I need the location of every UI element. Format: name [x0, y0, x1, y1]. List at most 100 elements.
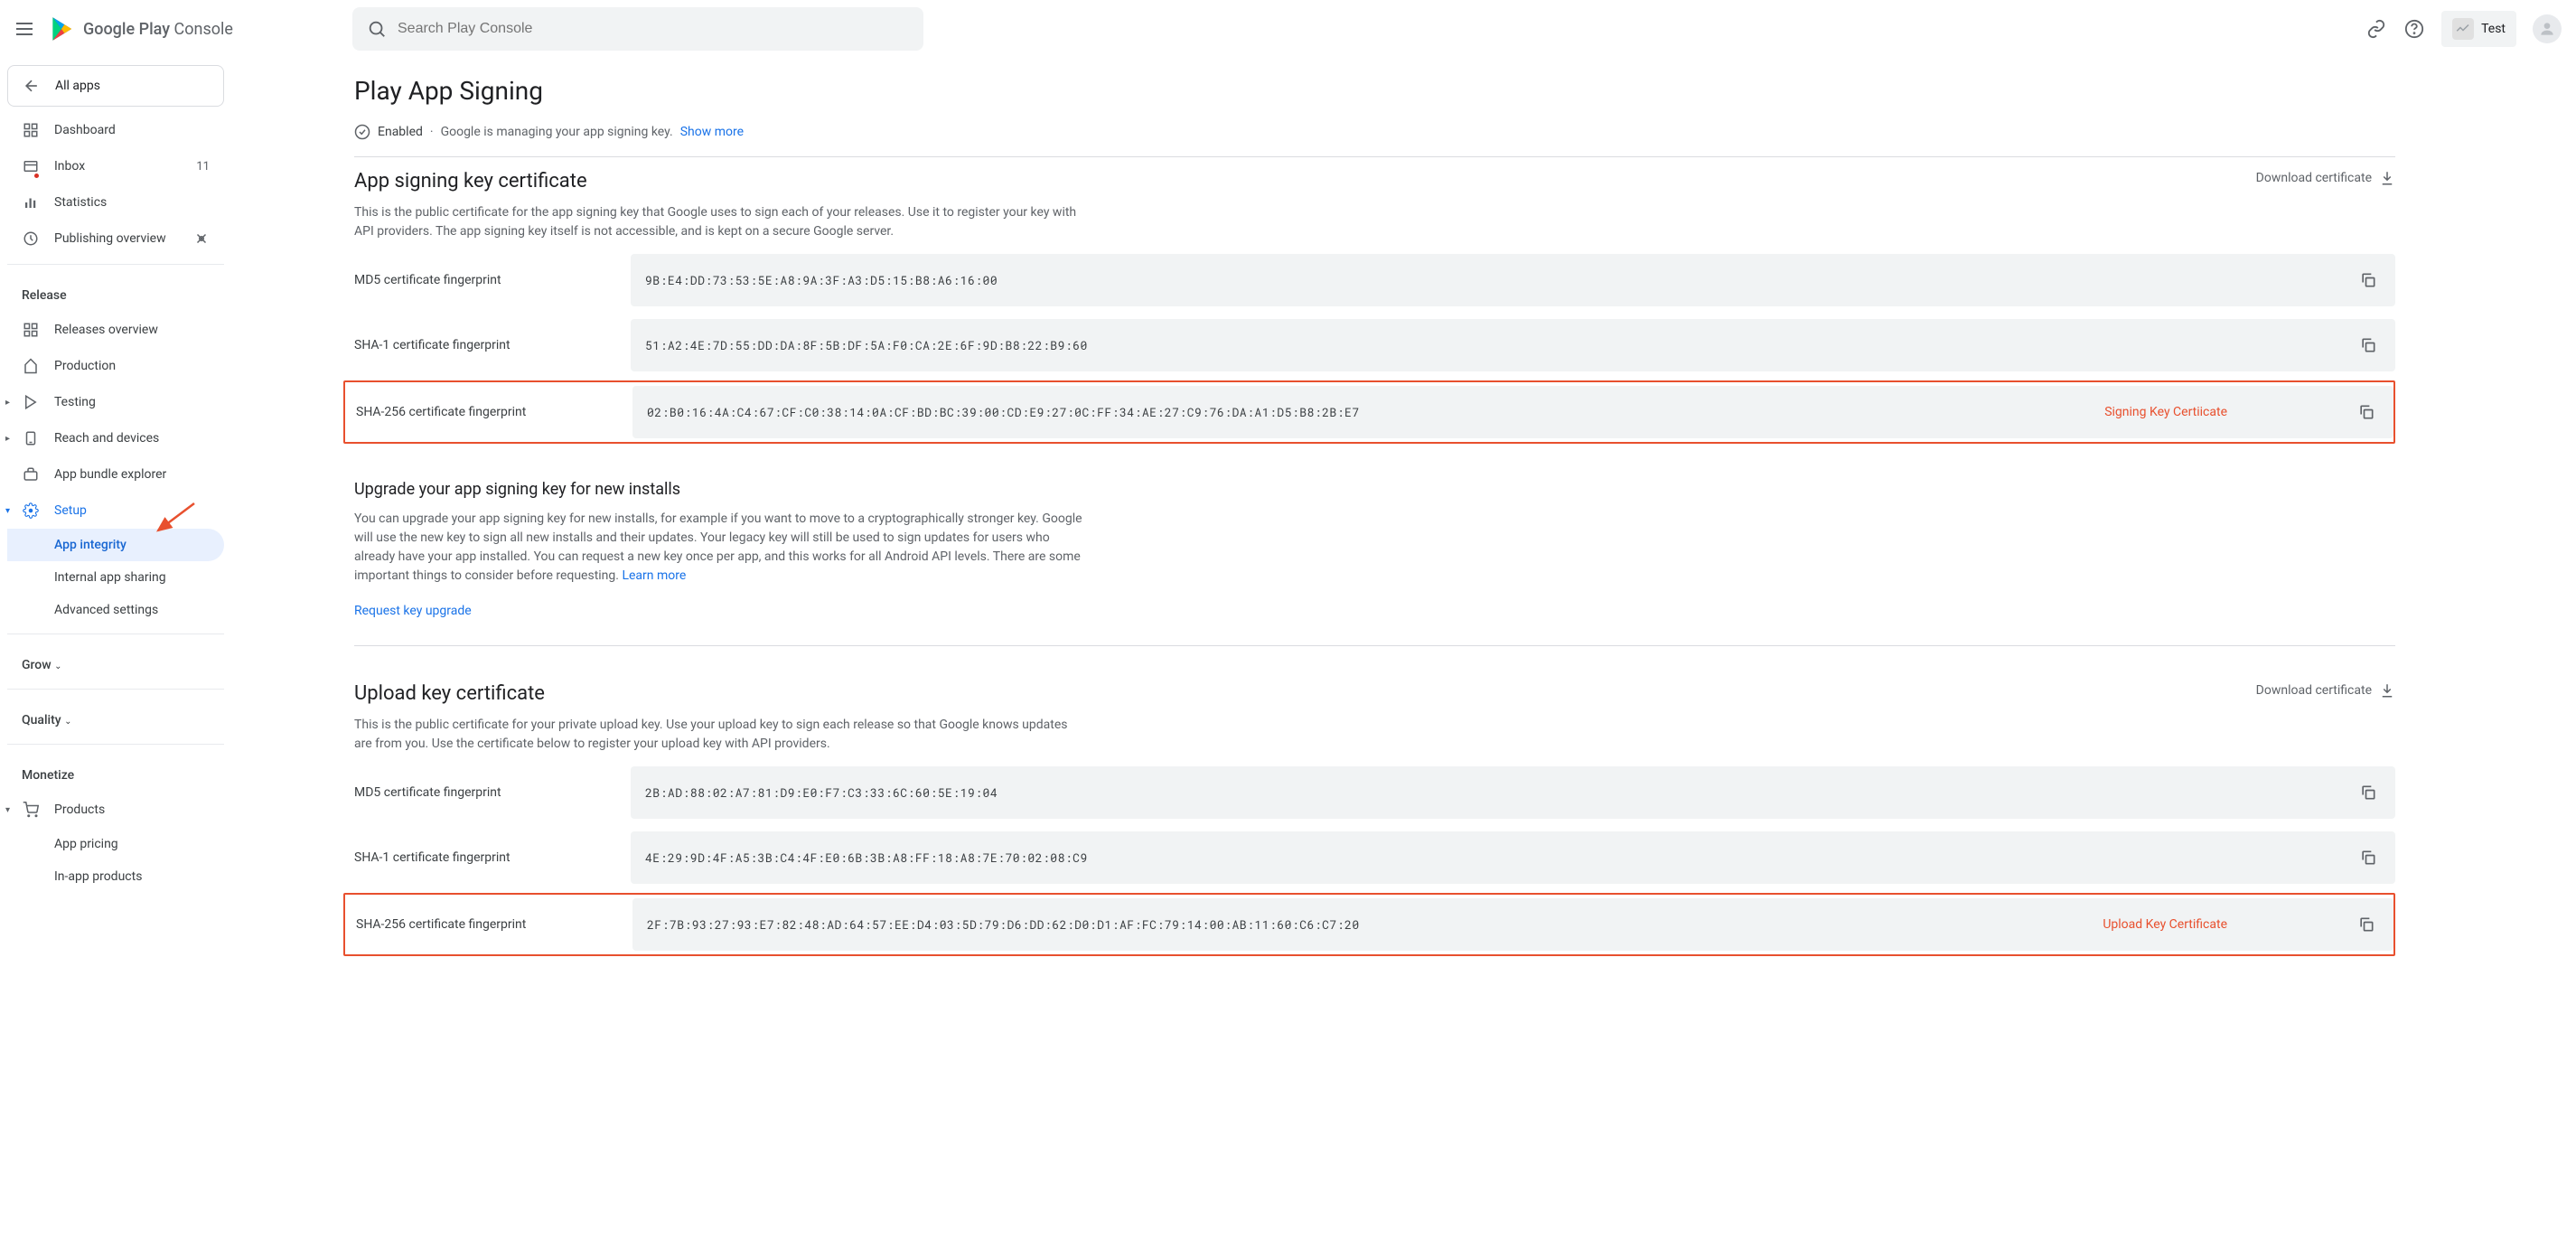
search-box[interactable] — [352, 7, 923, 51]
production-icon — [22, 357, 40, 375]
sidebar: All apps Dashboard Inbox 11 Statistics P… — [0, 58, 231, 1010]
copy-icon — [2357, 915, 2375, 934]
quality-header[interactable]: Quality ⌄ — [7, 697, 224, 737]
annotation-upload: Upload Key Certificate — [2103, 917, 2227, 932]
fingerprint-row-md5: MD5 certificate fingerprint 2B:AD:88:02:… — [354, 766, 2395, 819]
section-title-upload: Upload key certificate — [354, 682, 545, 705]
sidebar-item-production[interactable]: Production — [7, 348, 224, 384]
fingerprint-value: 2B:AD:88:02:A7:81:D9:E0:F7:C3:33:6C:60:5… — [645, 784, 2356, 801]
app-selector[interactable]: Test — [2441, 11, 2516, 47]
request-upgrade-link[interactable]: Request key upgrade — [354, 604, 472, 618]
fingerprint-value: 51:A2:4E:7D:55:DD:DA:8F:5B:DF:5A:F0:CA:2… — [645, 337, 2356, 353]
main-content: Play App Signing Enabled · Google is man… — [231, 58, 2576, 1010]
setup-icon — [22, 502, 40, 520]
sidebar-item-reach[interactable]: ▸ Reach and devices — [7, 420, 224, 456]
menu-icon[interactable] — [14, 18, 36, 40]
grow-header[interactable]: Grow ⌄ — [7, 642, 224, 681]
fingerprint-value-box: 9B:E4:DD:73:53:5E:A8:9A:3F:A3:D5:15:B8:A… — [631, 254, 2395, 306]
status-row: Enabled · Google is managing your app si… — [354, 124, 2395, 157]
managed-publishing-icon — [193, 230, 210, 247]
fingerprint-value: 02:B0:16:4A:C4:67:CF:C0:38:14:0A:CF:BD:B… — [647, 404, 2104, 420]
search-input[interactable] — [398, 21, 909, 37]
copy-icon — [2359, 849, 2377, 867]
app-icon — [2452, 18, 2474, 40]
download-icon — [2379, 682, 2395, 699]
annotation-signing: Signing Key Certiicate — [2104, 405, 2227, 419]
fingerprint-value: 4E:29:9D:4F:A5:3B:C4:4F:E0:6B:3B:A8:FF:1… — [645, 849, 2356, 866]
logo[interactable]: Google Play Console — [47, 14, 233, 43]
all-apps-label: All apps — [55, 79, 100, 93]
all-apps-button[interactable]: All apps — [7, 65, 224, 107]
sidebar-item-app-pricing[interactable]: App pricing — [7, 828, 224, 860]
sidebar-item-releases-overview[interactable]: Releases overview — [7, 312, 224, 348]
sidebar-item-bundle[interactable]: App bundle explorer — [7, 456, 224, 493]
sidebar-item-internal-sharing[interactable]: Internal app sharing — [7, 561, 224, 594]
fingerprint-value-box: 2B:AD:88:02:A7:81:D9:E0:F7:C3:33:6C:60:5… — [631, 766, 2395, 819]
copy-icon — [2359, 271, 2377, 289]
copy-button[interactable] — [2356, 845, 2381, 870]
release-header: Release — [7, 272, 224, 312]
fingerprint-row-md5: MD5 certificate fingerprint 9B:E4:DD:73:… — [354, 254, 2395, 306]
highlighted-signing-sha256: SHA-256 certificate fingerprint 02:B0:16… — [343, 380, 2395, 444]
fingerprint-label: MD5 certificate fingerprint — [354, 273, 631, 287]
sidebar-item-inapp[interactable]: In-app products — [7, 860, 224, 893]
fingerprint-label: SHA-1 certificate fingerprint — [354, 338, 631, 352]
section-desc: This is the public certificate for your … — [354, 716, 1086, 754]
fingerprint-label: SHA-256 certificate fingerprint — [356, 917, 632, 932]
download-certificate-button[interactable]: Download certificate — [2256, 170, 2395, 186]
fingerprint-row-sha1: SHA-1 certificate fingerprint 51:A2:4E:7… — [354, 319, 2395, 371]
download-certificate-button[interactable]: Download certificate — [2256, 682, 2395, 699]
chevron-right-icon: ▸ — [5, 434, 10, 444]
link-icon[interactable] — [2365, 18, 2387, 40]
copy-button[interactable] — [2356, 268, 2381, 293]
upgrade-desc: You can upgrade your app signing key for… — [354, 510, 1086, 586]
search-icon — [367, 19, 387, 39]
page-title: Play App Signing — [354, 76, 2395, 106]
releases-icon — [22, 321, 40, 339]
sidebar-item-statistics[interactable]: Statistics — [7, 184, 224, 221]
inbox-icon — [22, 157, 40, 175]
fingerprint-value-box: 2F:7B:93:27:93:E7:82:48:AD:64:57:EE:D4:0… — [632, 898, 2393, 951]
sidebar-item-setup[interactable]: ▾ Setup — [7, 493, 224, 529]
sidebar-item-publishing[interactable]: Publishing overview — [7, 221, 224, 257]
fingerprint-label: MD5 certificate fingerprint — [354, 785, 631, 800]
avatar[interactable] — [2533, 14, 2562, 43]
enabled-label: Enabled — [378, 125, 423, 139]
play-logo-icon — [47, 14, 76, 43]
inbox-badge: 11 — [196, 160, 210, 174]
copy-button[interactable] — [2356, 333, 2381, 358]
show-more-link[interactable]: Show more — [680, 125, 744, 139]
sidebar-item-app-integrity[interactable]: App integrity — [7, 529, 224, 561]
sidebar-item-testing[interactable]: ▸ Testing — [7, 384, 224, 420]
chevron-right-icon: ▸ — [5, 398, 10, 408]
copy-button[interactable] — [2354, 399, 2379, 425]
fingerprint-label: SHA-256 certificate fingerprint — [356, 405, 632, 419]
copy-icon — [2359, 336, 2377, 354]
help-icon[interactable] — [2403, 18, 2425, 40]
app-name: Test — [2481, 22, 2506, 36]
notification-dot-icon — [34, 174, 39, 178]
sidebar-item-products[interactable]: ▾ Products — [7, 792, 224, 828]
fingerprint-value: 9B:E4:DD:73:53:5E:A8:9A:3F:A3:D5:15:B8:A… — [645, 272, 2356, 288]
sidebar-item-dashboard[interactable]: Dashboard — [7, 112, 224, 148]
sidebar-item-advanced[interactable]: Advanced settings — [7, 594, 224, 626]
header-right: Test — [2365, 11, 2562, 47]
download-icon — [2379, 170, 2395, 186]
stats-icon — [22, 193, 40, 211]
back-arrow-icon — [23, 77, 41, 95]
section-title-signing: App signing key certificate — [354, 170, 587, 192]
sidebar-item-inbox[interactable]: Inbox 11 — [7, 148, 224, 184]
reach-icon — [22, 429, 40, 447]
copy-button[interactable] — [2354, 912, 2379, 937]
logo-text: Google Play Console — [83, 20, 233, 39]
products-icon — [22, 801, 40, 819]
fingerprint-label: SHA-1 certificate fingerprint — [354, 850, 631, 865]
learn-more-link[interactable]: Learn more — [622, 568, 686, 583]
chevron-down-icon: ▾ — [5, 506, 10, 516]
fingerprint-row-sha1: SHA-1 certificate fingerprint 4E:29:9D:4… — [354, 831, 2395, 884]
copy-button[interactable] — [2356, 780, 2381, 805]
fingerprint-value-box: 02:B0:16:4A:C4:67:CF:C0:38:14:0A:CF:BD:B… — [632, 386, 2393, 438]
highlighted-upload-sha256: SHA-256 certificate fingerprint 2F:7B:93… — [343, 893, 2395, 956]
testing-icon — [22, 393, 40, 411]
header: Google Play Console Test — [0, 0, 2576, 58]
